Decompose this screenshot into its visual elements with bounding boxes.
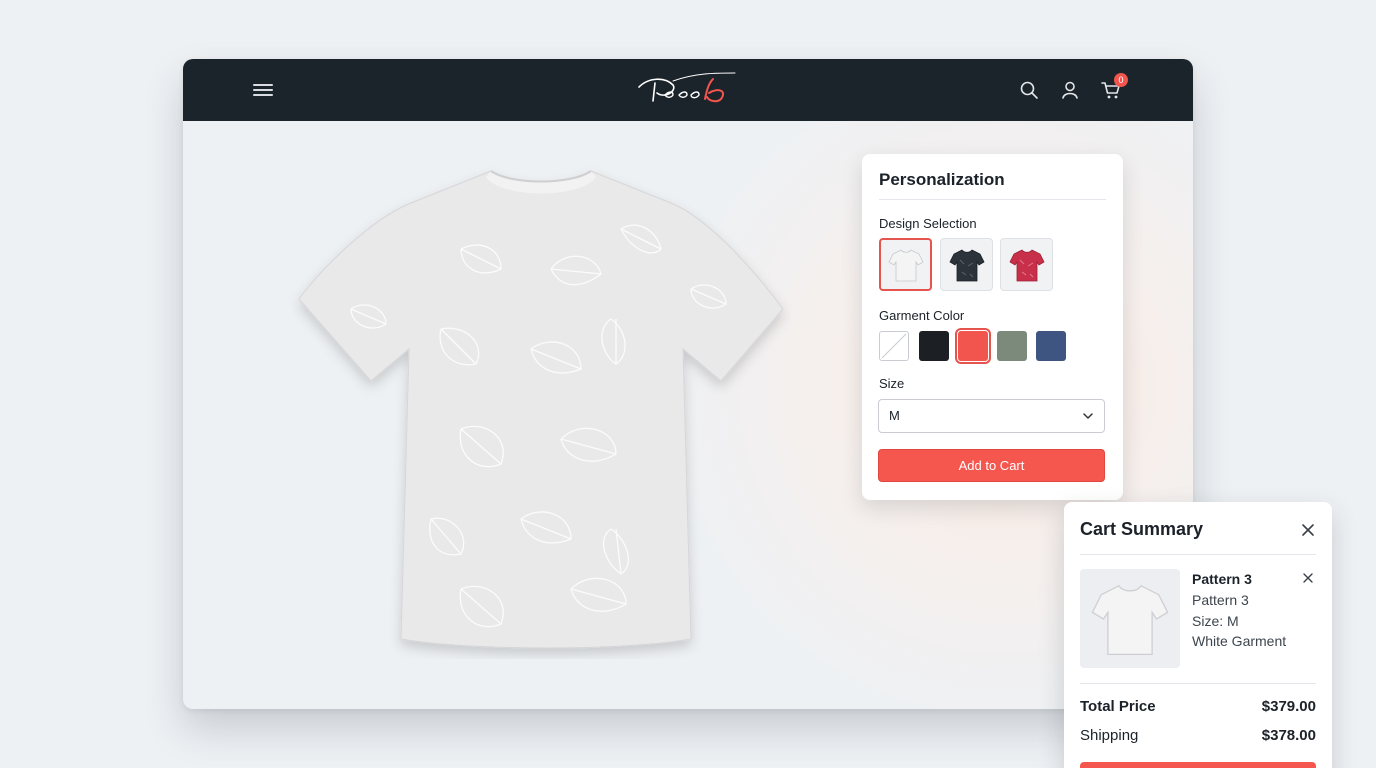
cart-item-thumbnail bbox=[1080, 569, 1180, 668]
menu-icon[interactable] bbox=[253, 81, 273, 99]
divider bbox=[1080, 554, 1316, 555]
color-swatch-sage[interactable] bbox=[997, 331, 1027, 361]
total-price-value: $379.00 bbox=[1261, 698, 1316, 715]
remove-item-icon[interactable] bbox=[1302, 572, 1314, 584]
add-to-cart-button[interactable]: Add to Cart bbox=[878, 449, 1105, 482]
color-swatch-coral[interactable] bbox=[955, 328, 991, 364]
color-swatch-black[interactable] bbox=[919, 331, 949, 361]
size-select[interactable]: M bbox=[878, 399, 1105, 433]
cart-item-garment: White Garment bbox=[1192, 633, 1287, 649]
swatch-strike bbox=[881, 333, 907, 359]
design-option-white[interactable] bbox=[879, 238, 932, 291]
cart-item-name: Pattern 3 bbox=[1192, 571, 1252, 587]
chevron-down-icon bbox=[1083, 413, 1093, 420]
dark-tshirt-thumbnail bbox=[948, 248, 985, 281]
checkout-button[interactable] bbox=[1080, 762, 1316, 768]
white-tshirt-thumbnail bbox=[887, 248, 924, 281]
design-selection-label: Design Selection bbox=[879, 216, 977, 231]
tshirt-preview-image bbox=[298, 170, 784, 649]
garment-color-label: Garment Color bbox=[879, 308, 965, 323]
shipping-label: Shipping bbox=[1080, 727, 1139, 744]
tshirt-thumbnail bbox=[1091, 584, 1169, 655]
divider bbox=[1080, 683, 1316, 684]
personalization-panel: Personalization Design Selection Garment… bbox=[862, 154, 1123, 500]
red-tshirt-thumbnail bbox=[1008, 248, 1045, 281]
shipping-value: $378.00 bbox=[1261, 727, 1316, 744]
design-option-red[interactable] bbox=[1000, 238, 1053, 291]
close-icon[interactable] bbox=[1300, 522, 1316, 538]
divider bbox=[879, 199, 1106, 200]
search-icon[interactable] bbox=[1018, 79, 1040, 101]
panel-title: Personalization bbox=[879, 170, 1005, 189]
cart-item-pattern: Pattern 3 bbox=[1192, 592, 1249, 608]
cart-count-badge: 0 bbox=[1114, 73, 1128, 87]
color-swatch-white[interactable] bbox=[879, 331, 909, 361]
user-icon[interactable] bbox=[1059, 79, 1081, 101]
cart-summary-title: Cart Summary bbox=[1080, 519, 1204, 539]
cart-item-size: Size: M bbox=[1192, 613, 1239, 629]
total-price-label: Total Price bbox=[1080, 698, 1156, 715]
brand-logo[interactable] bbox=[635, 69, 741, 111]
size-select-value: M bbox=[889, 408, 900, 423]
cart-summary-panel: Cart Summary Pattern 3 Pattern 3 Size: M… bbox=[1064, 502, 1332, 768]
top-nav-bar: 0 bbox=[183, 59, 1193, 121]
color-swatch-navy[interactable] bbox=[1036, 331, 1066, 361]
design-option-dark[interactable] bbox=[940, 238, 993, 291]
size-label: Size bbox=[879, 376, 905, 391]
